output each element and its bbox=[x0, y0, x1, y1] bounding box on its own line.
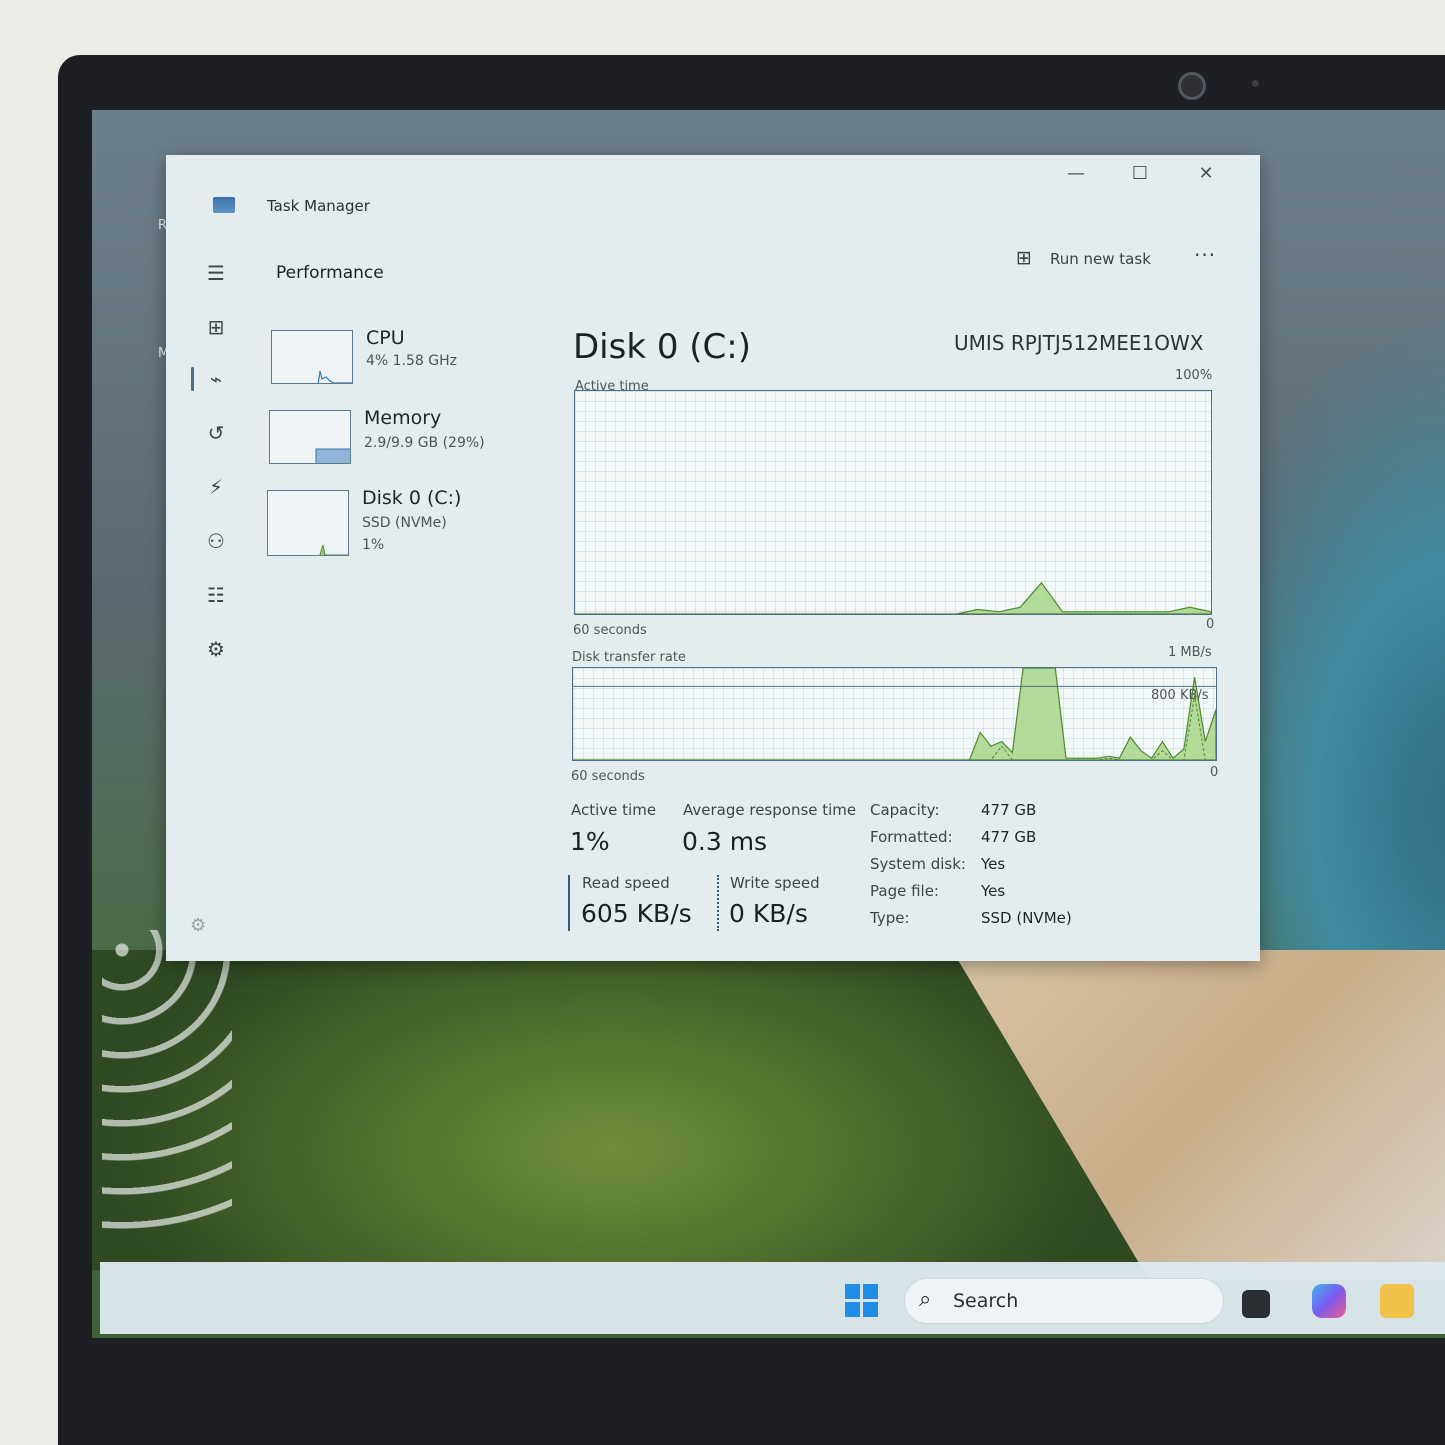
memory-thumbnail-graph bbox=[269, 410, 351, 464]
formatted-value: 477 GB bbox=[981, 828, 1037, 846]
windows-logo-pane bbox=[863, 1284, 878, 1299]
perf-item-cpu[interactable]: CPU 4% 1.58 GHz bbox=[266, 325, 556, 395]
disk-detail-title: Disk 0 (C:) bbox=[573, 327, 752, 367]
perf-item-title: CPU bbox=[366, 327, 405, 349]
screen-glare bbox=[102, 930, 232, 1230]
page-title: Performance bbox=[276, 263, 384, 283]
search-label: Search bbox=[953, 1290, 1019, 1312]
system-disk-label: System disk: bbox=[870, 855, 966, 873]
perf-item-subtitle: SSD (NVMe) bbox=[362, 515, 447, 531]
services-icon[interactable]: ⚙ bbox=[198, 635, 234, 663]
maximize-button[interactable]: ☐ bbox=[1120, 163, 1160, 184]
perf-item-title: Memory bbox=[364, 407, 442, 429]
page-file-label: Page file: bbox=[870, 882, 939, 900]
settings-gear-icon[interactable]: ⚙ bbox=[190, 915, 206, 936]
run-new-task-button[interactable]: Run new task bbox=[1050, 250, 1151, 268]
capacity-label: Capacity: bbox=[870, 801, 940, 819]
hamburger-menu-icon[interactable]: ☰ bbox=[198, 259, 234, 287]
active-time-graph-max: 100% bbox=[1175, 368, 1213, 383]
active-time-stat-label: Active time bbox=[571, 801, 657, 819]
chart-area-series bbox=[575, 581, 1211, 614]
close-button[interactable]: ✕ bbox=[1186, 163, 1226, 184]
users-icon[interactable]: ⚇ bbox=[198, 527, 234, 555]
read-speed-label: Read speed bbox=[582, 874, 670, 892]
perf-item-subtitle: 4% 1.58 GHz bbox=[366, 353, 458, 369]
windows-logo-pane bbox=[845, 1284, 860, 1299]
transfer-rate-graph: 800 KB/s bbox=[572, 667, 1217, 761]
app-history-icon[interactable]: ↺ bbox=[198, 419, 234, 447]
navigation-rail: ☰ ⊞ ⌁ ↺ ⚡ ⚇ ☷ ⚙ bbox=[166, 245, 256, 961]
perf-item-title: Disk 0 (C:) bbox=[362, 487, 462, 509]
read-speed-value: 605 KB/s bbox=[581, 899, 692, 928]
chart-area-series bbox=[573, 668, 1216, 760]
page-file-value: Yes bbox=[981, 882, 1006, 900]
read-speed-indicator bbox=[568, 875, 570, 931]
nav-active-indicator bbox=[191, 367, 194, 391]
type-label: Type: bbox=[870, 909, 910, 927]
transfer-rate-graph-label: Disk transfer rate bbox=[572, 650, 686, 665]
windows-logo-pane bbox=[845, 1302, 860, 1317]
active-time-graph bbox=[574, 390, 1212, 615]
windows-logo-pane bbox=[863, 1302, 878, 1317]
perf-item-memory[interactable]: Memory 2.9/9.9 GB (29%) bbox=[264, 405, 554, 475]
formatted-label: Formatted: bbox=[870, 828, 953, 846]
startup-apps-icon[interactable]: ⚡ bbox=[198, 473, 234, 501]
file-explorer-icon[interactable] bbox=[1380, 1284, 1414, 1318]
webcam bbox=[1178, 72, 1206, 100]
window-title: Task Manager bbox=[267, 197, 370, 215]
capacity-value: 477 GB bbox=[981, 801, 1037, 819]
minimize-button[interactable]: — bbox=[1056, 163, 1096, 184]
perf-item-usage: 1% bbox=[362, 537, 385, 553]
transfer-rate-graph-min: 0 bbox=[1210, 765, 1219, 780]
perf-item-subtitle: 2.9/9.9 GB (29%) bbox=[364, 435, 485, 451]
processes-icon[interactable]: ⊞ bbox=[198, 313, 234, 341]
performance-resource-list: CPU 4% 1.58 GHz Memory 2.9/9.9 GB (29%) … bbox=[266, 325, 556, 585]
more-options-button[interactable]: ··· bbox=[1194, 243, 1216, 267]
taskbar-search-box[interactable]: ⌕ Search bbox=[904, 1278, 1224, 1324]
cpu-thumbnail-graph bbox=[271, 330, 353, 384]
taskbar: ⌕ Search bbox=[100, 1262, 1445, 1334]
avg-response-stat-label: Average response time bbox=[683, 801, 857, 819]
task-manager-app-icon bbox=[213, 197, 235, 213]
disk-thumbnail-graph bbox=[267, 490, 349, 556]
task-manager-window: Task Manager — ☐ ✕ ☰ ⊞ ⌁ ↺ ⚡ ⚇ ☷ ⚙ ⚙ Per… bbox=[166, 155, 1260, 961]
write-speed-indicator bbox=[717, 875, 719, 931]
write-speed-label: Write speed bbox=[730, 874, 820, 892]
run-new-task-icon[interactable]: ⊞ bbox=[1016, 247, 1032, 269]
transfer-rate-graph-mid: 800 KB/s bbox=[1151, 688, 1209, 703]
start-button[interactable] bbox=[845, 1284, 879, 1318]
avg-response-stat-value: 0.3 ms bbox=[682, 827, 768, 856]
system-disk-value: Yes bbox=[981, 855, 1006, 873]
perf-item-disk-0[interactable]: Disk 0 (C:) SSD (NVMe) 1% bbox=[262, 485, 552, 575]
chart-write-series-line bbox=[573, 695, 1216, 760]
task-view-icon[interactable] bbox=[1242, 1290, 1270, 1318]
active-time-graph-min: 0 bbox=[1206, 617, 1215, 632]
active-time-graph-time-label: 60 seconds bbox=[573, 623, 647, 638]
write-speed-value: 0 KB/s bbox=[729, 899, 808, 928]
transfer-rate-graph-time-label: 60 seconds bbox=[571, 769, 645, 784]
transfer-rate-graph-max: 1 MB/s bbox=[1168, 645, 1212, 660]
performance-icon[interactable]: ⌁ bbox=[198, 365, 234, 393]
title-bar: Task Manager — ☐ ✕ bbox=[166, 155, 1260, 245]
type-value: SSD (NVMe) bbox=[981, 909, 1072, 927]
active-time-stat-value: 1% bbox=[570, 827, 610, 856]
copilot-icon[interactable] bbox=[1312, 1284, 1346, 1318]
details-icon[interactable]: ☷ bbox=[198, 581, 234, 609]
webcam-indicator bbox=[1252, 80, 1259, 87]
disk-model-name: UMIS RPJTJ512MEE1OWX bbox=[954, 331, 1204, 355]
search-icon: ⌕ bbox=[919, 1287, 932, 1312]
